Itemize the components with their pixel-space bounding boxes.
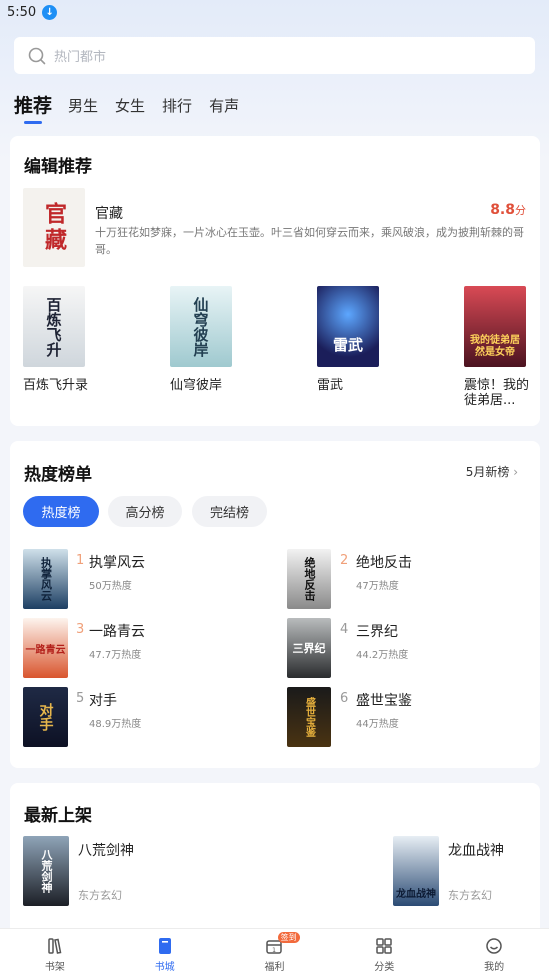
- book-cover[interactable]: 仙穹彼岸: [170, 286, 232, 367]
- book-cover[interactable]: 八荒剑神: [23, 836, 69, 906]
- status-time: 5:50: [7, 4, 37, 20]
- filter-hot[interactable]: 热度榜: [23, 496, 99, 527]
- cover-title: 绝地反击: [303, 557, 316, 601]
- search-placeholder: 热门都市: [54, 50, 107, 65]
- bookshelf-icon: [48, 938, 62, 954]
- category-tabs: 推荐 男生 女生 排行 有声: [14, 88, 256, 124]
- latest-book-genre: 东方玄幻: [78, 889, 122, 902]
- cover-title: 一路青云: [25, 644, 66, 656]
- featured-book-title[interactable]: 官藏: [95, 203, 123, 223]
- book-cover[interactable]: 雷武: [317, 286, 379, 367]
- rank-heat: 44.2万热度: [356, 650, 409, 661]
- book-cover[interactable]: 盛世宝鉴: [287, 687, 331, 747]
- grid-icon: [376, 938, 393, 954]
- nav-label: 分类: [374, 962, 395, 973]
- rank-heat: 47.7万热度: [89, 650, 142, 661]
- cover-title: 对手: [37, 703, 54, 731]
- book-cover[interactable]: 一路青云: [23, 618, 68, 678]
- rank-book-title[interactable]: 对手: [89, 690, 117, 710]
- new-list-link[interactable]: 5月新榜 ›: [466, 463, 518, 480]
- search-bar[interactable]: 热门都市: [14, 37, 535, 74]
- rank-number: 1: [76, 553, 85, 568]
- tab-ranking[interactable]: 排行: [162, 94, 192, 118]
- section-title: 编辑推荐: [24, 157, 92, 177]
- cover-title: 雷武: [332, 336, 363, 354]
- profile-icon: [486, 938, 502, 954]
- hot-ranking-card: 热度榜单 5月新榜 › 热度榜 高分榜 完结榜 执掌风云 1 执掌风云 50万热…: [10, 441, 540, 768]
- cover-title: 三界纪: [292, 642, 326, 655]
- score-unit: 分: [515, 204, 526, 217]
- nav-welfare[interactable]: 1 签到 福利: [220, 929, 330, 975]
- nav-bookstore[interactable]: 书城: [110, 929, 220, 975]
- score-value: 8.8: [490, 202, 515, 218]
- section-title: 热度榜单: [24, 465, 92, 485]
- book-cover[interactable]: 三界纪: [287, 618, 331, 678]
- book-cover[interactable]: 百炼飞升: [23, 286, 85, 367]
- search-icon: [28, 47, 46, 64]
- rank-heat: 48.9万热度: [89, 719, 142, 730]
- cover-title: 执掌风云: [39, 557, 53, 601]
- book-title[interactable]: 震惊！我的徒弟居...: [464, 378, 532, 408]
- book-cover[interactable]: 我的徒弟居然是女帝: [464, 286, 526, 367]
- cover-title: 盛世宝鉴: [303, 697, 315, 737]
- rank-book-title[interactable]: 执掌风云: [89, 552, 145, 572]
- cover-title: 八荒剑神: [40, 849, 53, 893]
- nav-category[interactable]: 分类: [329, 929, 439, 975]
- rank-number: 4: [340, 622, 349, 637]
- tab-female[interactable]: 女生: [115, 94, 145, 118]
- filter-completed[interactable]: 完结榜: [192, 496, 267, 527]
- status-bar: 5:50 ↓: [0, 0, 549, 24]
- book-icon: [158, 938, 171, 954]
- filter-score[interactable]: 高分榜: [108, 496, 182, 527]
- rank-heat: 44万热度: [356, 719, 399, 730]
- rank-number: 3: [76, 622, 85, 637]
- nav-label: 我的: [484, 962, 505, 973]
- latest-book-title[interactable]: 龙血战神: [448, 840, 504, 860]
- tab-recommend[interactable]: 推荐: [14, 94, 52, 124]
- book-cover[interactable]: 龙血战神: [393, 836, 439, 906]
- cover-title: 官藏: [41, 201, 67, 254]
- book-title[interactable]: 仙穹彼岸: [170, 378, 238, 393]
- book-cover[interactable]: 绝地反击: [287, 549, 331, 609]
- svg-text:1: 1: [273, 947, 277, 954]
- book-title[interactable]: 雷武: [317, 378, 385, 393]
- chevron-right-icon: ›: [513, 465, 518, 479]
- nav-bookshelf[interactable]: 书架: [0, 929, 110, 975]
- tab-audio[interactable]: 有声: [209, 94, 239, 118]
- featured-book-cover[interactable]: 官藏: [23, 188, 85, 267]
- more-label: 5月新榜: [465, 465, 510, 479]
- nav-label: 书架: [44, 962, 65, 973]
- rank-book-title[interactable]: 盛世宝鉴: [356, 690, 412, 710]
- featured-book-score: 8.8分: [490, 202, 526, 218]
- rank-heat: 50万热度: [89, 581, 132, 592]
- editor-picks-card: 编辑推荐 官藏 官藏 8.8分 十万狂花如梦寐，一片冰心在玉壶。叶三省如何穿云而…: [10, 136, 540, 426]
- rank-book-title[interactable]: 三界纪: [356, 621, 398, 641]
- nav-profile[interactable]: 我的: [439, 929, 549, 975]
- rank-number: 2: [340, 553, 349, 568]
- rank-number: 5: [76, 691, 85, 706]
- bottom-nav: 书架 书城 1 签到 福利 分类 我的: [0, 928, 549, 975]
- cover-title: 我的徒弟居然是女帝: [470, 335, 520, 358]
- cover-title: 百炼飞升: [44, 296, 63, 357]
- download-icon: ↓: [42, 4, 58, 20]
- nav-label: 福利: [264, 962, 285, 973]
- nav-label: 书城: [154, 962, 175, 973]
- rank-number: 6: [340, 691, 349, 706]
- cover-title: 仙穹彼岸: [191, 296, 210, 357]
- rank-book-title[interactable]: 一路青云: [89, 621, 145, 641]
- book-title[interactable]: 百炼飞升录: [23, 378, 91, 393]
- book-cover[interactable]: 对手: [23, 687, 68, 747]
- section-title: 最新上架: [24, 806, 92, 826]
- book-cover[interactable]: 执掌风云: [23, 549, 68, 609]
- tab-male[interactable]: 男生: [68, 94, 98, 118]
- cover-title: 龙血战神: [396, 889, 436, 900]
- welfare-badge: 签到: [277, 932, 300, 943]
- latest-book-genre: 东方玄幻: [448, 889, 492, 902]
- featured-book-description: 十万狂花如梦寐，一片冰心在玉壶。叶三省如何穿云而来，乘风破浪，成为披荆斩棘的哥哥…: [95, 226, 524, 256]
- rank-book-title[interactable]: 绝地反击: [356, 552, 412, 572]
- latest-book-title[interactable]: 八荒剑神: [78, 840, 134, 860]
- latest-card: 最新上架 八荒剑神 八荒剑神 东方玄幻 龙血战神 龙血战神 东方玄幻: [10, 783, 540, 943]
- rank-heat: 47万热度: [356, 581, 399, 592]
